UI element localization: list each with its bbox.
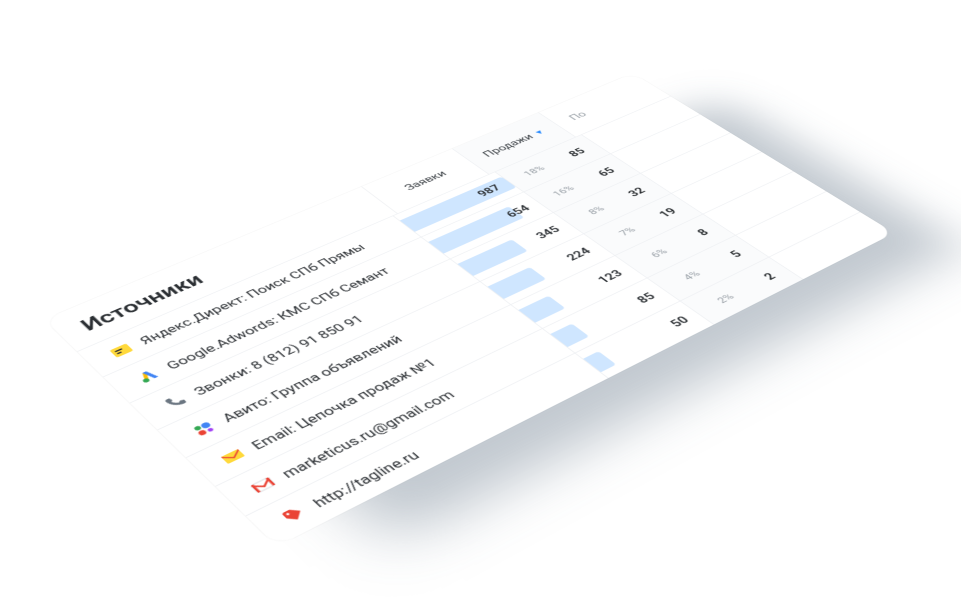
sales-percent: 2% (692, 288, 744, 316)
requests-value: 224 (563, 246, 594, 263)
phone-icon (160, 392, 190, 411)
sources-table-card: Источники Заявки Продажи ▼ По Яндекс.Дир… (44, 73, 894, 546)
avito-icon (188, 419, 218, 439)
requests-value: 85 (633, 291, 658, 306)
requests-value: 345 (532, 224, 562, 241)
sales-column-label: Продажи (479, 132, 536, 159)
sales-percent: 4% (658, 266, 710, 293)
tag-icon (278, 504, 310, 526)
requests-value: 123 (594, 268, 625, 286)
gmail-icon (247, 475, 278, 496)
yandex-mail-icon (217, 446, 248, 466)
sales-percent: 6% (626, 243, 677, 270)
sort-indicator-icon: ▼ (531, 128, 546, 136)
google-adwords-icon (133, 367, 162, 386)
yandex-direct-icon (106, 342, 135, 360)
requests-value: 50 (666, 314, 692, 329)
